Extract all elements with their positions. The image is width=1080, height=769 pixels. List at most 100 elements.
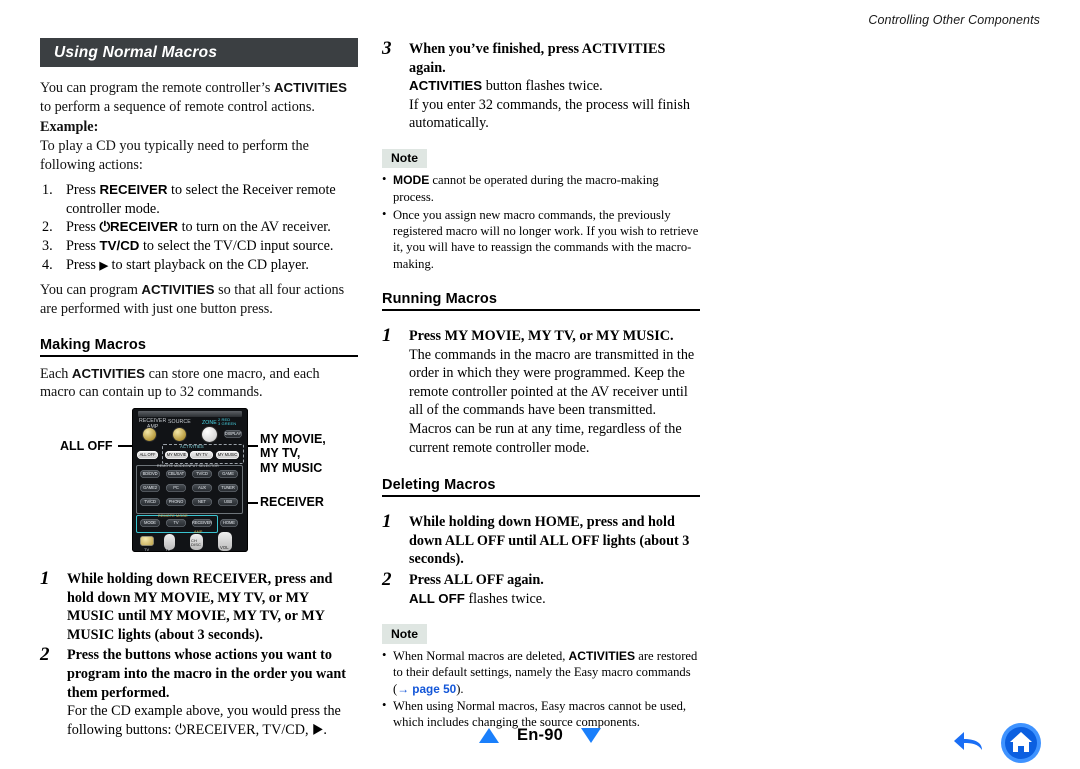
note-item-post: ). [456,681,464,696]
step-lead-text: While holding down RECEIVER, press and h… [67,570,333,643]
button-my-music[interactable]: MY MUSIC [216,450,239,460]
deleting-macros-step-2: 2 Press ALL OFF again. ALL OFF flashes t… [382,569,700,609]
list-marker: 1. [42,181,53,198]
button-tv-cd[interactable]: TV/CD [140,497,160,507]
button-source-power[interactable] [173,427,186,441]
step-bold: ⏻RECEIVER [99,219,179,235]
example-outro: You can program ACTIVITIES so that all f… [40,281,358,318]
button-net[interactable]: NET [192,497,212,507]
step-body-2: Macros can be run at any time, regardles… [409,420,682,456]
example-step-1: 1. Press RECEIVER to select the Receiver … [40,181,358,219]
button-home[interactable]: HOME [220,518,238,528]
note-item: MODE cannot be operated during the macro… [382,171,700,205]
button-cbl-sat[interactable]: CBL/SAT [166,469,186,479]
section-title-bar: Using Normal Macros [40,38,358,67]
button-pc[interactable]: PC [166,483,186,493]
note-item-text: Once you assign new macro commands, the … [393,207,699,271]
play-icon: ▶ [99,260,108,273]
note-item-text: cannot be operated during the macro-maki… [393,173,659,205]
step-post: to select the TV/CD input source. [139,238,334,255]
step-lead-text: Press MY MOVIE, MY TV, or MY MUSIC. [409,327,674,344]
making-macros-step-3: 3 When you’ve finished, press ACTIVITIES… [382,38,700,133]
button-phono[interactable]: PHONO [166,497,186,507]
button-tv-cd-top[interactable]: TV/CD [192,469,212,479]
page-footer: En-90 [0,718,1080,764]
step-post: to turn on the AV receiver. [178,219,331,236]
step-lead-text: Press the buttons whose actions you want… [67,647,347,701]
button-game2[interactable]: GAME2 [140,483,160,493]
triangle-up-icon[interactable] [479,728,500,743]
button-usb[interactable]: USB [218,497,238,507]
step-body-text: If you enter 32 commands, the process wi… [409,96,690,132]
note-box-2: Note When Normal macros are deleted, ACT… [382,624,700,731]
heading-rule [382,495,700,498]
triangle-down-icon[interactable] [580,728,601,743]
button-all-off[interactable]: ALL OFF [137,450,158,460]
page-link[interactable]: → page 50 [397,682,456,696]
note-list-1: MODE cannot be operated during the macro… [382,171,700,272]
remote-controller-diagram: ALL OFF MY MOVIE, MY TV, MY MUSIC RECEIV… [40,407,358,558]
note-box-1: Note MODE cannot be operated during the … [382,148,700,272]
button-display[interactable]: DISPLAY [224,429,242,439]
label-ch: TV [165,546,171,552]
step-body-text: ALL OFF flashes twice. [409,590,700,609]
mm-pre: Each [40,365,72,382]
button-bd-dvd[interactable]: BD/DVD [140,469,160,479]
button-my-tv[interactable]: MY TV [190,450,213,460]
example-step-3: 3. Press TV/CD to select the TV/CD input … [40,237,358,256]
running-macros-heading: Running Macros [382,290,497,307]
step-bold: TV/CD [99,238,140,254]
list-marker: 3. [42,238,53,255]
step-number: 1 [382,511,392,533]
note-item-pre: When Normal macros are deleted, [393,648,569,663]
step-lead-text: Press ALL OFF again. [409,571,544,588]
step-post: to start playback on the CD player. [107,257,309,274]
remote-body: RECEIVER AMP SOURCE ZONE 2 RED 3 GREEN DIS… [132,407,248,552]
list-marker: 4. [42,257,53,274]
step-line2: ACTIVITIES button flashes twice. [409,77,700,96]
button-receiver-mode[interactable]: RECEIVER [192,518,212,528]
step-number: 1 [40,567,50,589]
button-tv[interactable]: TV [166,518,186,528]
label-tv-bottom: TV [144,546,150,552]
callout-all-off: ALL OFF [60,438,113,453]
button-receiver-power[interactable] [143,427,156,441]
button-tv-power[interactable] [140,535,154,546]
button-my-movie[interactable]: MY MOVIE [165,450,188,460]
mm-bold: ACTIVITIES [71,365,146,381]
label-vol: VOL [220,544,229,550]
step-bold: RECEIVER [99,181,168,197]
step-pre: Press [66,257,100,274]
example-label: Example: [40,119,99,136]
example-step-2: 2. Press ⏻RECEIVER to turn on the AV rece… [40,218,358,237]
footer-pager: En-90 [0,726,1080,745]
label-zone-sub: 2 RED 3 GREEN [218,416,237,427]
button-zone[interactable] [202,426,217,442]
step-pre: Press [66,181,100,198]
back-arrow-icon[interactable] [952,728,986,758]
button-aux[interactable]: AUX [192,483,212,493]
step-number: 3 [382,38,392,59]
example-intro: To play a CD you typically need to perfo… [40,138,309,173]
label-ch-disc: CH DISC [191,537,201,547]
running-macros-step-1: 1 Press MY MOVIE, MY TV, or MY MUSIC. Th… [382,326,700,457]
intro-paragraph: You can program the remote controller’s … [40,80,348,115]
step-lead-text: When you’ve finished, press ACTIVITIES a… [409,41,666,76]
step-body-rest: flashes twice. [464,590,546,607]
example-step-4: 4. Press ▶ to start playback on the CD pl… [40,256,358,275]
step-body-bold: ALL OFF [409,590,465,606]
making-macros-step-1: 1 While holding down RECEIVER, press and… [40,567,358,644]
label-remote-mode-input: REMOTE MODE/INPUT SELECTOR [157,463,219,468]
button-tuner[interactable]: TUNER [218,483,238,493]
outro-pre: You can program [40,282,142,299]
note-item-bold: MODE [393,173,430,188]
label-remote-mode: REMOTE MODE [158,513,188,518]
button-game[interactable]: GAME [218,469,238,479]
deleting-macros-heading: Deleting Macros [382,477,496,494]
making-macros-heading: Making Macros [40,336,147,353]
note-item: Once you assign new macro commands, the … [382,206,700,272]
page-number-label: En-90 [517,726,563,744]
home-icon[interactable] [1000,722,1042,764]
button-mode[interactable]: MODE [140,518,160,528]
callout-receiver: RECEIVER [260,494,324,509]
